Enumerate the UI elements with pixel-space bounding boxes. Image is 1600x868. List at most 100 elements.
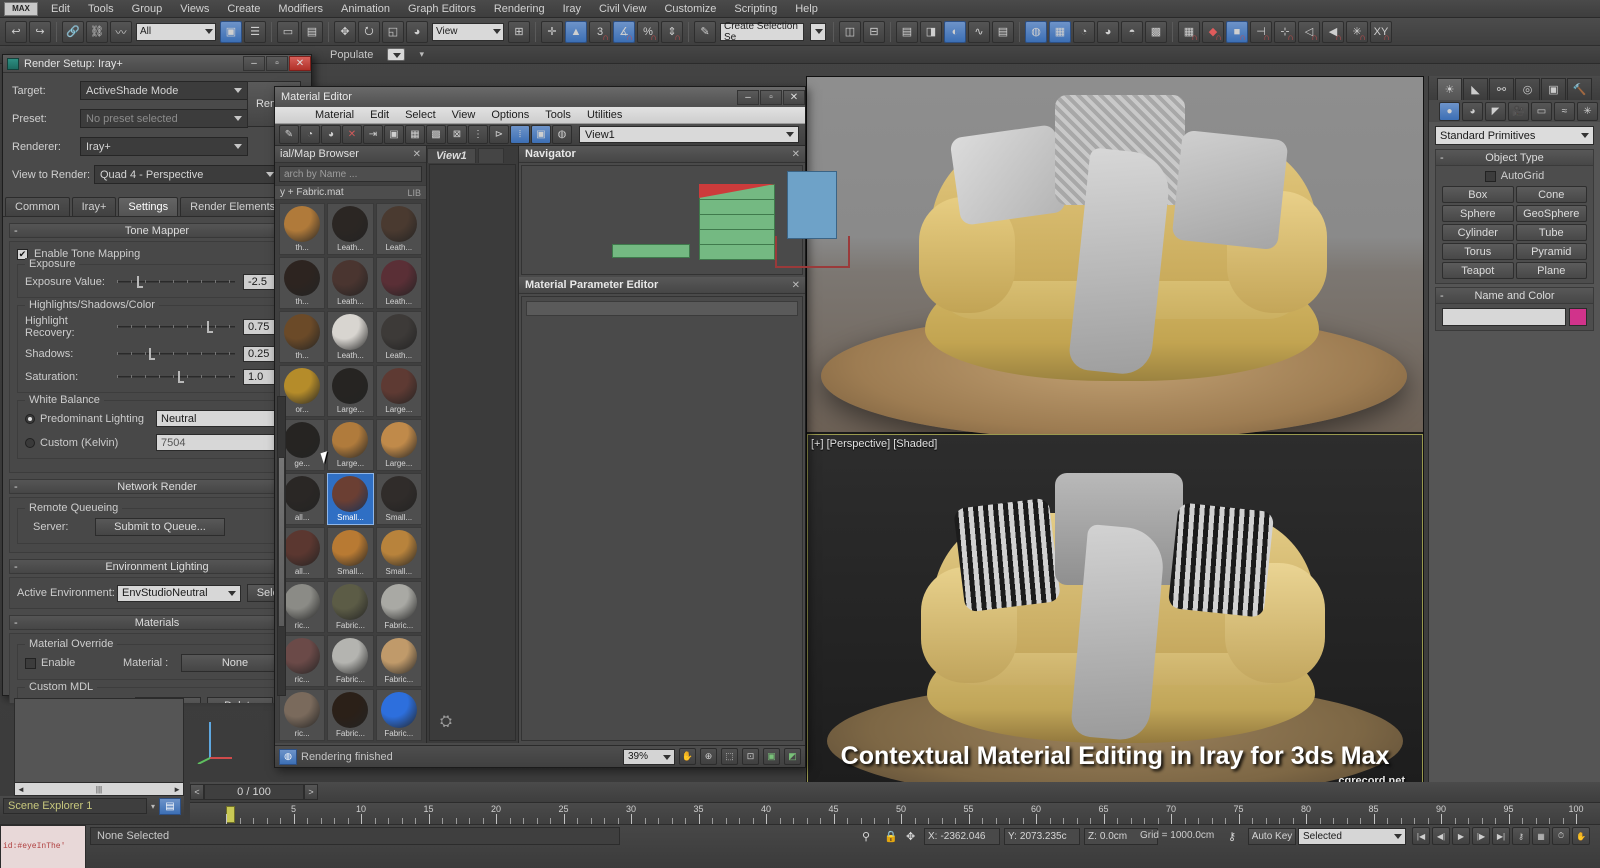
- pivot-snap-icon[interactable]: ◀∩: [1322, 21, 1344, 43]
- materials-header[interactable]: - Materials: [9, 615, 305, 630]
- use-pivot-icon[interactable]: ⊞: [508, 21, 530, 43]
- time-cursor[interactable]: [226, 806, 235, 823]
- collapse-icon-network[interactable]: -: [14, 480, 18, 495]
- play-icon[interactable]: ▶: [1452, 827, 1470, 845]
- ribbon-icon[interactable]: ◨: [920, 21, 942, 43]
- collapse-icon[interactable]: -: [1440, 150, 1444, 166]
- view-to-render-select[interactable]: Quad 4 - Perspective: [94, 165, 280, 184]
- hierarchy-tab-icon[interactable]: ⚯: [1489, 78, 1514, 100]
- collapse-icon-tone[interactable]: -: [14, 224, 18, 239]
- slider-thumb-4[interactable]: [178, 371, 184, 383]
- material-thumbnail[interactable]: th...: [279, 257, 325, 309]
- close-icon-navigator[interactable]: ✕: [792, 149, 800, 160]
- material-thumbnail[interactable]: Fabric...: [327, 689, 373, 741]
- edit-named-selection-icon[interactable]: ⇕∩: [661, 21, 683, 43]
- primitive-category-select[interactable]: Standard Primitives: [1435, 126, 1594, 145]
- exposure-slider[interactable]: [117, 276, 235, 288]
- tube-button[interactable]: Tube: [1516, 224, 1588, 241]
- schematic-view-icon[interactable]: ∿: [968, 21, 990, 43]
- parameter-editor-field[interactable]: [526, 301, 798, 316]
- systems-icon[interactable]: ✳: [1577, 102, 1598, 121]
- render-frame-window-icon[interactable]: ◔: [1073, 21, 1095, 43]
- maxscript-listener[interactable]: id:#eyeInThe': [0, 825, 86, 868]
- zoom-extents-icon[interactable]: ⊡: [742, 748, 759, 765]
- geometry-icon[interactable]: ●: [1439, 102, 1460, 121]
- hide-unused-icon[interactable]: ▩: [426, 125, 446, 144]
- bind-spacewarp-icon[interactable]: 〰: [110, 21, 132, 43]
- active-environment-select[interactable]: EnvStudioNeutral: [117, 585, 241, 602]
- scene-explorer-hscrollbar[interactable]: ◄ ||| ►: [14, 782, 184, 796]
- zoom-icon[interactable]: ⊕: [700, 748, 717, 765]
- menu-group[interactable]: Group: [123, 2, 172, 16]
- undo-icon[interactable]: ↩: [5, 21, 27, 43]
- cameras-icon[interactable]: 🎥: [1508, 102, 1529, 121]
- align-icon[interactable]: ⊟: [863, 21, 885, 43]
- menu-iray[interactable]: Iray: [554, 2, 590, 16]
- environment-lighting-header[interactable]: - Environment Lighting: [9, 559, 305, 574]
- saturation-slider[interactable]: [117, 371, 235, 383]
- key-filter-select[interactable]: Selected: [1298, 828, 1406, 845]
- material-thumbnail[interactable]: Leath...: [327, 311, 373, 363]
- browser-library-row[interactable]: y + Fabric.mat LIB: [275, 185, 426, 200]
- spacewarps-icon[interactable]: ≈: [1554, 102, 1575, 121]
- material-thumbnail[interactable]: Leath...: [376, 311, 422, 363]
- select-object-icon[interactable]: ▣: [220, 21, 242, 43]
- display-tab-icon[interactable]: ▣: [1541, 78, 1566, 100]
- menu-edit[interactable]: Edit: [42, 2, 79, 16]
- material-thumbnail[interactable]: Small...: [376, 527, 422, 579]
- browser-scrollbar-thumb[interactable]: [278, 457, 285, 627]
- named-selection-dropdown[interactable]: [810, 23, 826, 41]
- plane-button[interactable]: Plane: [1516, 262, 1588, 279]
- prev-frame-button[interactable]: <: [190, 784, 204, 800]
- tab-view1[interactable]: View1: [427, 148, 476, 163]
- sphere-button[interactable]: Sphere: [1442, 205, 1514, 222]
- teapot-button[interactable]: Teapot: [1442, 262, 1514, 279]
- set-key-icon[interactable]: ⚷: [1512, 827, 1530, 845]
- slider-thumb-3[interactable]: [149, 348, 155, 360]
- me-menu-material[interactable]: Material: [315, 109, 354, 121]
- select-scale-icon[interactable]: ◱: [382, 21, 404, 43]
- material-thumbnail[interactable]: Fabric...: [327, 581, 373, 633]
- tab-render-elements[interactable]: Render Elements: [180, 197, 285, 216]
- collapse-icon-2[interactable]: -: [1440, 288, 1444, 304]
- custom-kelvin-radio[interactable]: [25, 438, 35, 448]
- select-rotate-icon[interactable]: ⭮: [358, 21, 380, 43]
- target-select[interactable]: ActiveShade Mode: [80, 81, 248, 100]
- material-thumbnail[interactable]: Leath...: [327, 203, 373, 255]
- select-place-icon[interactable]: ◕: [406, 21, 428, 43]
- selection-filter-select[interactable]: All: [136, 23, 216, 41]
- go-to-end-icon[interactable]: ▶|: [1492, 827, 1510, 845]
- curve-editor-icon[interactable]: ◐: [944, 21, 966, 43]
- zoom-level-select[interactable]: 39%: [623, 749, 675, 765]
- close-icon[interactable]: ✕: [289, 56, 311, 71]
- reference-coord-select[interactable]: View: [432, 23, 504, 41]
- menu-tools[interactable]: Tools: [79, 2, 123, 16]
- me-menu-select[interactable]: Select: [405, 109, 436, 121]
- active-view-select[interactable]: View1: [579, 126, 799, 143]
- autogrid-row[interactable]: AutoGrid: [1442, 170, 1587, 182]
- track-bar-ruler[interactable]: 5101520253035404550556065707580859095100: [190, 802, 1600, 824]
- layout-all-icon[interactable]: ▣: [384, 125, 404, 144]
- object-color-swatch[interactable]: [1569, 308, 1587, 326]
- percent-snap-icon[interactable]: ∡∩: [613, 21, 635, 43]
- transform-type-in-icon[interactable]: ✥: [906, 830, 915, 843]
- material-thumbnail[interactable]: Leath...: [327, 257, 373, 309]
- populate-dropdown-icon[interactable]: [387, 48, 405, 61]
- select-and-manipulate-icon[interactable]: ✛: [541, 21, 563, 43]
- spinner-snap-icon[interactable]: %∩: [637, 21, 659, 43]
- cylinder-button[interactable]: Cylinder: [1442, 224, 1514, 241]
- menu-animation[interactable]: Animation: [332, 2, 399, 16]
- render-iterative-icon[interactable]: ◓: [1121, 21, 1143, 43]
- chevron-down-icon-populate[interactable]: ▾: [419, 49, 424, 60]
- scene-explorer-panel[interactable]: [14, 698, 184, 790]
- material-thumbnail[interactable]: Fabric...: [376, 689, 422, 741]
- viewport-activeshade[interactable]: [807, 77, 1423, 432]
- menu-graph-editors[interactable]: Graph Editors: [399, 2, 485, 16]
- menu-scripting[interactable]: Scripting: [725, 2, 786, 16]
- pan-icon[interactable]: ✋: [679, 748, 696, 765]
- select-by-name-icon[interactable]: ☰: [244, 21, 266, 43]
- geosphere-button[interactable]: GeoSphere: [1516, 205, 1588, 222]
- material-thumbnail[interactable]: Large...: [327, 365, 373, 417]
- render-setup-titlebar[interactable]: Render Setup: Iray+ – ▫ ✕: [3, 55, 311, 73]
- chevron-down-icon-sexp[interactable]: ▾: [151, 802, 155, 811]
